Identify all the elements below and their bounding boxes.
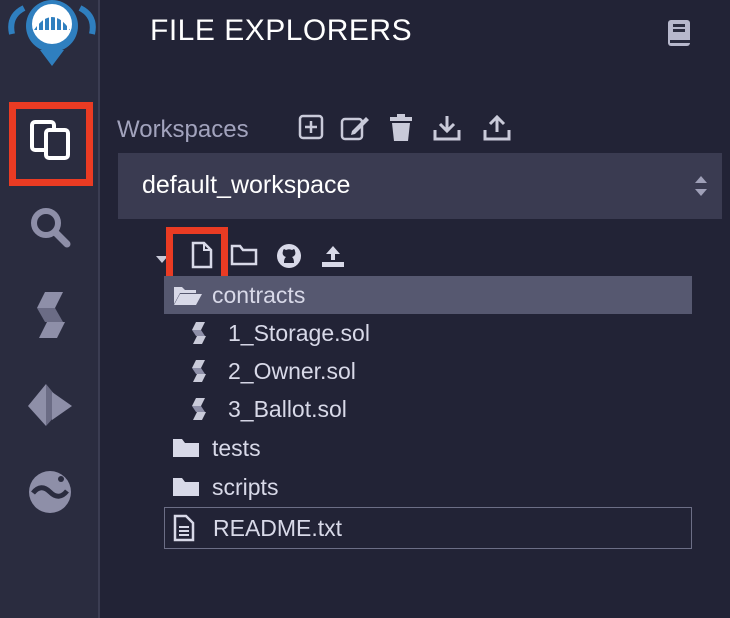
upload-workspace-icon[interactable]: [482, 114, 512, 147]
tree-row-label: 2_Owner.sol: [228, 357, 356, 384]
text-file-icon: [173, 514, 195, 542]
highlight-box-new-file: [166, 227, 228, 283]
workspace-select[interactable]: default_workspace: [118, 153, 722, 219]
tree-row-readme[interactable]: README.txt: [164, 507, 692, 549]
tree-row-file[interactable]: 3_Ballot.sol: [190, 390, 670, 428]
highlight-box-files-tab: [9, 102, 93, 186]
workspace-select-value: default_workspace: [142, 171, 351, 199]
wave-icon[interactable]: [26, 468, 74, 516]
tree-row-contracts[interactable]: contracts: [164, 276, 692, 314]
remix-logo-icon[interactable]: [8, 0, 96, 74]
tree-row-label: scripts: [212, 473, 279, 500]
select-arrows-icon: [694, 173, 708, 204]
tree-row-file[interactable]: 1_Storage.sol: [190, 314, 670, 352]
tree-row-file[interactable]: 2_Owner.sol: [190, 352, 670, 390]
github-icon[interactable]: [276, 243, 302, 274]
tree-row-label: README.txt: [213, 514, 343, 541]
solidity-file-icon: [192, 360, 206, 382]
solidity-file-icon: [192, 322, 206, 344]
new-folder-icon[interactable]: [230, 242, 258, 273]
tree-row-scripts[interactable]: scripts: [164, 468, 692, 506]
search-icon[interactable]: [26, 204, 74, 250]
tree-row-label: 1_Storage.sol: [228, 319, 370, 346]
tree-row-label: 3_Ballot.sol: [228, 395, 347, 422]
solidity-icon[interactable]: [30, 288, 72, 342]
upload-file-icon[interactable]: [320, 243, 346, 274]
solidity-file-icon: [192, 398, 206, 420]
folder-open-icon: [174, 287, 202, 305]
download-workspace-icon[interactable]: [432, 114, 462, 147]
page-title: FILE EXPLORERS: [150, 14, 413, 47]
ethereum-icon[interactable]: [24, 380, 76, 430]
book-icon[interactable]: [666, 18, 694, 53]
add-workspace-icon[interactable]: [298, 114, 324, 145]
icon-rail: [0, 0, 100, 618]
folder-icon: [173, 439, 199, 457]
tree-row-label: contracts: [212, 281, 306, 308]
tree-row-tests[interactable]: tests: [164, 429, 692, 467]
workspaces-label: Workspaces: [117, 116, 249, 143]
rename-workspace-icon[interactable]: [340, 114, 370, 147]
tree-row-label: tests: [212, 434, 261, 461]
folder-icon: [173, 478, 199, 496]
delete-workspace-icon[interactable]: [388, 114, 414, 147]
